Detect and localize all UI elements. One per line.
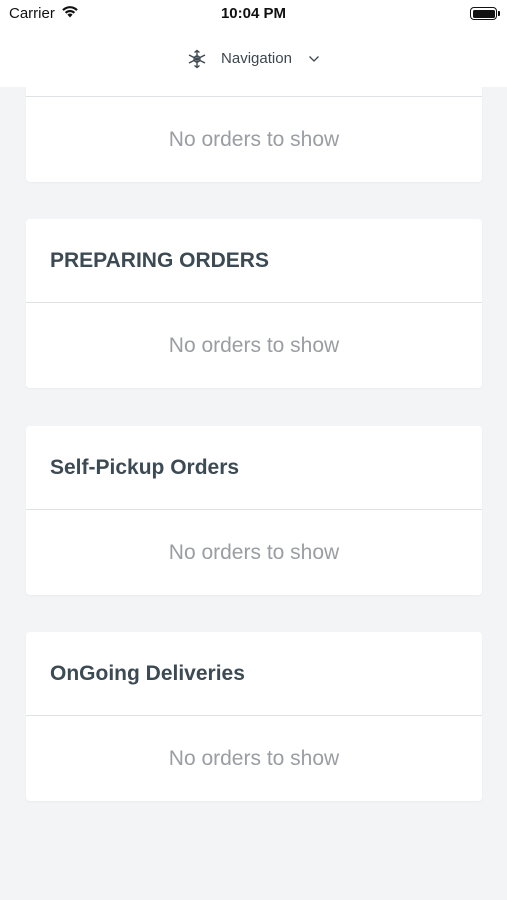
card-title: OnGoing Deliveries [26,632,482,716]
compass-icon [187,49,207,69]
empty-state-text: No orders to show [168,746,340,770]
card-title: PREPARING ORDERS [26,219,482,303]
navigation-title[interactable]: Navigation [221,50,292,67]
nav-header[interactable]: Navigation [0,30,507,87]
screen: Carrier 10:04 PM Navigation No orders to… [0,0,507,900]
self-pickup-orders-card: Self-Pickup Orders No orders to show [26,426,482,595]
battery-icon [470,7,500,20]
empty-state-text: No orders to show [168,333,340,357]
card-title: Self-Pickup Orders [26,426,482,510]
ongoing-deliveries-card: OnGoing Deliveries No orders to show [26,632,482,801]
clock: 10:04 PM [220,5,287,22]
empty-state-text: No orders to show [168,127,340,151]
chevron-down-icon[interactable] [308,55,320,63]
status-bar: Carrier 10:04 PM [0,0,507,30]
preparing-orders-card: PREPARING ORDERS No orders to show [26,219,482,388]
empty-state-text: No orders to show [168,540,340,564]
